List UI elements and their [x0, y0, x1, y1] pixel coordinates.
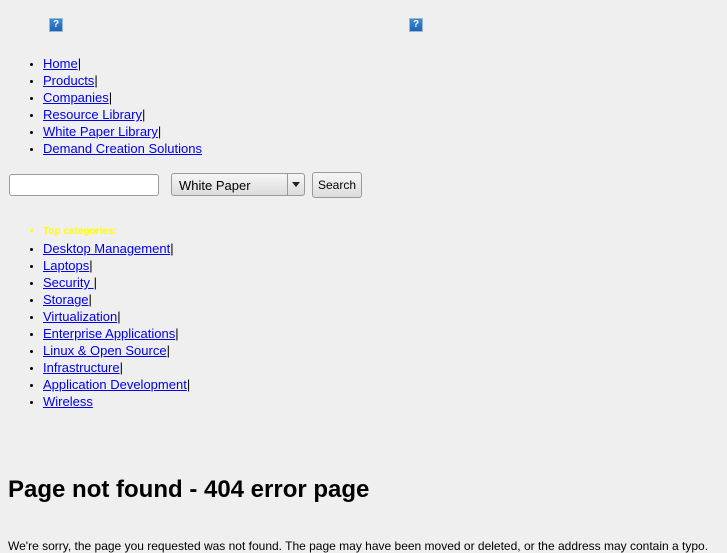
separator: |	[117, 309, 121, 324]
nav-link-white-paper-library[interactable]: White Paper Library	[43, 124, 158, 139]
separator: |	[186, 377, 191, 392]
separator: |	[88, 292, 92, 307]
separator: |	[108, 90, 113, 105]
search-input[interactable]	[9, 174, 159, 196]
nav-link-companies[interactable]: Companies	[43, 90, 109, 105]
search-button[interactable]: Search	[312, 172, 363, 198]
separator: |	[119, 360, 123, 375]
separator: |	[93, 275, 97, 290]
separator: |	[94, 73, 98, 88]
separator: |	[175, 326, 179, 341]
broken-image-icon: ?	[409, 18, 423, 32]
nav-item-products: Products|	[43, 72, 202, 89]
category-link-desktop-management[interactable]: Desktop Management	[43, 241, 170, 256]
category-item: Infrastructure|	[43, 359, 190, 376]
category-item: Virtualization|	[43, 308, 190, 325]
nav-item-companies: Companies|	[43, 89, 202, 106]
nav-item-resource-library: Resource Library|	[43, 106, 202, 123]
separator: |	[89, 258, 93, 273]
category-link-virtualization[interactable]: Virtualization	[43, 309, 117, 324]
category-list: Top categories: Desktop Management| Lapt…	[0, 223, 190, 410]
page-title: Page not found - 404 error page	[8, 476, 370, 503]
category-link-infrastructure[interactable]: Infrastructure	[43, 360, 120, 375]
category-item: Enterprise Applications|	[43, 325, 190, 342]
category-item: Linux & Open Source|	[43, 342, 190, 359]
nav-link-home[interactable]: Home	[43, 56, 78, 71]
category-link-security[interactable]: Security	[43, 275, 94, 290]
main-nav: Home| Products| Companies| Resource Libr…	[0, 55, 202, 157]
separator: |	[157, 124, 162, 139]
nav-link-resource-library[interactable]: Resource Library	[43, 107, 142, 122]
category-link-storage[interactable]: Storage	[43, 292, 89, 307]
selected-value: White Paper	[179, 178, 251, 193]
nav-item-demand-creation: Demand Creation Solutions	[43, 140, 202, 157]
content-type-select[interactable]: White Paper	[171, 173, 305, 196]
dropdown-toggle[interactable]	[287, 174, 304, 195]
category-link-enterprise-applications[interactable]: Enterprise Applications	[43, 326, 175, 341]
category-link-laptops[interactable]: Laptops	[43, 258, 89, 273]
category-link-linux-open-source[interactable]: Linux & Open Source	[43, 343, 167, 358]
separator: |	[170, 241, 174, 256]
nav-item-white-paper-library: White Paper Library|	[43, 123, 202, 140]
separator: |	[166, 343, 170, 358]
error-message: We're sorry, the page you requested was …	[8, 539, 709, 553]
category-item: Application Development|	[43, 376, 190, 393]
separator: |	[77, 56, 82, 71]
category-link-application-development[interactable]: Application Development	[43, 377, 187, 392]
separator: |	[142, 107, 146, 122]
category-item: Storage|	[43, 291, 190, 308]
category-item: Security |	[43, 274, 190, 291]
category-item: Desktop Management|	[43, 240, 190, 257]
categories-heading: Top categories:	[43, 223, 190, 240]
nav-link-demand-creation[interactable]: Demand Creation Solutions	[43, 141, 202, 156]
broken-image-icon: ?	[49, 18, 63, 32]
nav-link-products[interactable]: Products	[43, 73, 94, 88]
chevron-down-icon	[292, 182, 300, 187]
category-item: Wireless	[43, 393, 190, 410]
nav-item-home: Home|	[43, 55, 202, 72]
category-link-wireless[interactable]: Wireless	[43, 394, 93, 409]
category-item: Laptops|	[43, 257, 190, 274]
